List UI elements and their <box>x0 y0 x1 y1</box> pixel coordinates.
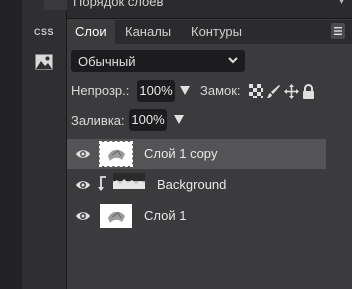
eye-icon[interactable] <box>75 148 91 160</box>
opacity-input[interactable]: 100% <box>137 80 175 102</box>
panel-menu-button[interactable] <box>331 23 345 39</box>
layer-name: Background <box>157 177 227 192</box>
lock-all-icon[interactable] <box>302 83 315 99</box>
menu-icon <box>334 27 342 35</box>
blend-mode-value: Обычный <box>78 53 136 69</box>
layer-name: Слой 1 <box>144 208 187 223</box>
layer-row[interactable]: Слой 1 copy <box>67 139 326 169</box>
blend-mode-select[interactable]: Обычный <box>71 50 245 72</box>
side-toolbar: CSS <box>22 0 88 289</box>
panel-tabs: Слои Каналы Контуры <box>67 20 352 44</box>
layers-panel: Порядок слоев ▾ Слои Каналы Контуры Обыч… <box>67 0 352 289</box>
chevron-down-icon <box>228 57 238 64</box>
fill-input[interactable]: 100% <box>129 109 167 131</box>
layer-row[interactable]: Background <box>67 170 326 200</box>
layer-order-label: Порядок слоев <box>73 0 164 9</box>
layer-thumbnail <box>113 173 145 197</box>
layer-thumbnail <box>100 204 132 228</box>
chevron-down-icon[interactable]: ▾ <box>339 0 344 7</box>
tab-paths[interactable]: Контуры <box>191 20 242 44</box>
lock-buttons <box>249 83 315 99</box>
eye-icon[interactable] <box>75 210 91 222</box>
lock-transparency-icon[interactable] <box>249 84 263 98</box>
fill-label: Заливка: <box>71 113 125 128</box>
layer-order-header[interactable]: Порядок слоев ▾ <box>67 0 352 19</box>
layer-thumbnail <box>99 141 133 167</box>
tab-layers[interactable]: Слои <box>67 20 115 44</box>
layer-row[interactable]: Слой 1 <box>67 201 326 231</box>
clipping-arrow-icon <box>98 176 106 191</box>
opacity-label: Непрозр.: <box>71 83 130 98</box>
layer-name: Слой 1 copy <box>144 146 218 161</box>
layers-list: Слой 1 copy Background Слой 1 <box>67 137 352 289</box>
lock-label: Замок: <box>200 83 241 98</box>
lock-move-icon[interactable] <box>284 83 299 99</box>
left-edge-strip <box>0 0 22 289</box>
tab-channels[interactable]: Каналы <box>125 20 171 44</box>
fill-dropdown-arrow[interactable] <box>174 115 184 124</box>
eye-icon[interactable] <box>75 179 91 191</box>
opacity-dropdown-arrow[interactable] <box>180 86 190 95</box>
image-icon[interactable] <box>22 50 66 74</box>
css-icon[interactable]: CSS <box>22 20 66 44</box>
lock-brush-icon[interactable] <box>266 84 281 99</box>
